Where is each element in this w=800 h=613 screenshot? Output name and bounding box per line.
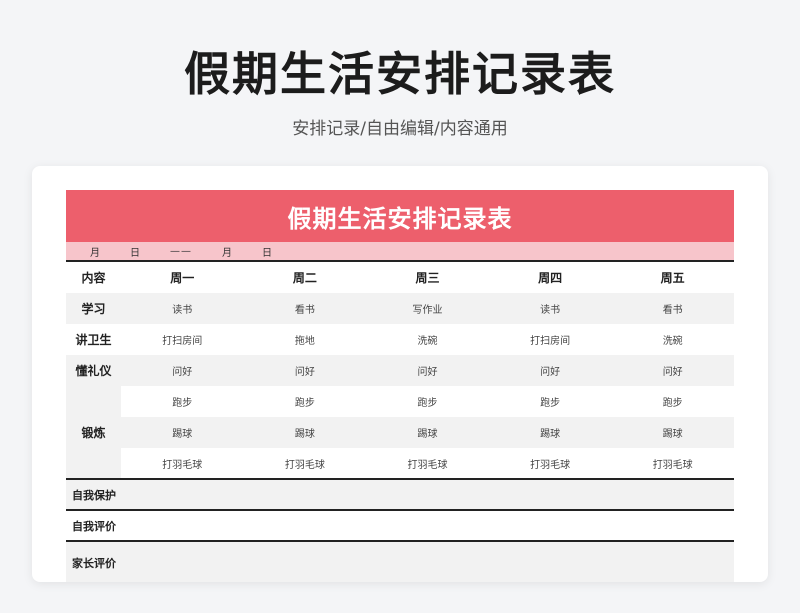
header-day: 周一	[170, 271, 195, 285]
table-cell: 跑步	[662, 398, 683, 409]
table-row: 学习 读书 看书 写作业 读书 看书	[66, 293, 734, 324]
table-cell: 跑步	[294, 398, 315, 409]
table-cell: 打羽毛球	[162, 459, 203, 471]
table-cell: 打扫房间	[162, 336, 203, 347]
schedule-sheet: 假期生活安排记录表 月 日 —— 月 日 内容 周一 周二 周三 周四 周五 学…	[66, 190, 734, 582]
table-cell: 跑步	[172, 398, 193, 409]
table-cell: 打羽毛球	[652, 459, 693, 471]
row-category: 锻炼	[66, 386, 121, 479]
row-category: 学习	[66, 293, 121, 324]
table-cell: 跑步	[417, 398, 438, 409]
table-cell: 打羽毛球	[530, 459, 571, 471]
table-cell: 看书	[611, 293, 734, 324]
table-cell: 洗碗	[417, 336, 438, 347]
header-day: 周四	[538, 271, 563, 285]
table-header-row: 内容 周一 周二 周三 周四 周五	[66, 262, 734, 293]
table-row: 锻炼 跑步 跑步 跑步 跑步 跑步	[66, 386, 734, 479]
table-cell: 踢球	[243, 417, 367, 448]
page-title: 假期生活安排记录表	[184, 47, 616, 101]
evaluation-label: 自我评价	[66, 509, 734, 541]
evaluation-label: 家长评价	[66, 540, 734, 582]
table-cell: 踢球	[121, 417, 244, 448]
sheet-banner-title: 假期生活安排记录表	[66, 190, 734, 242]
table-cell: 读书	[121, 293, 244, 324]
table-cell: 踢球	[488, 417, 612, 448]
table-cell: 看书	[243, 293, 367, 324]
table-cell: 问好	[611, 355, 734, 386]
date-day-start: 日	[130, 247, 140, 259]
table-cell: 洗碗	[662, 336, 683, 347]
preview-card: 假期生活安排记录表 月 日 —— 月 日 内容 周一 周二 周三 周四 周五 学…	[32, 166, 768, 582]
table-cell: 问好	[488, 355, 612, 386]
date-range-row: 月 日 —— 月 日	[66, 242, 734, 262]
table-cell: 写作业	[366, 293, 489, 324]
table-cell: 踢球	[611, 417, 734, 448]
header-day: 周二	[292, 271, 317, 285]
evaluation-row: 自我评价	[66, 509, 734, 541]
table-cell: 打扫房间	[530, 336, 571, 347]
header-content: 内容	[81, 271, 106, 285]
date-separator: ——	[170, 245, 192, 257]
header-day: 周五	[660, 271, 685, 285]
page-subtitle: 安排记录/自由编辑/内容通用	[292, 119, 508, 139]
table-cell: 问好	[243, 355, 367, 386]
table-cell: 打羽毛球	[407, 459, 448, 471]
table-row: 打羽毛球 打羽毛球 打羽毛球 打羽毛球 打羽毛球	[66, 448, 734, 479]
row-category: 懂礼仪	[66, 355, 121, 386]
date-month-start: 月	[90, 247, 100, 259]
table-cell: 问好	[121, 355, 244, 386]
table-cell: 跑步	[540, 398, 561, 409]
table-row: 踢球 踢球 踢球 踢球 踢球	[66, 417, 734, 448]
evaluation-label: 自我保护	[66, 478, 734, 510]
table-cell: 问好	[366, 355, 489, 386]
evaluation-row: 自我保护	[66, 478, 734, 510]
row-category: 讲卫生	[75, 333, 112, 347]
table-cell: 打羽毛球	[284, 459, 325, 471]
date-month-end: 月	[222, 247, 232, 259]
schedule-table: 内容 周一 周二 周三 周四 周五 学习 读书 看书 写作业 读书 看书 讲卫生…	[66, 262, 734, 582]
date-day-end: 日	[262, 247, 272, 259]
evaluation-row: 家长评价	[66, 540, 734, 582]
header-day: 周三	[415, 271, 440, 285]
table-row: 懂礼仪 问好 问好 问好 问好 问好	[66, 355, 734, 386]
table-cell: 读书	[488, 293, 612, 324]
table-cell: 踢球	[366, 417, 489, 448]
table-row: 讲卫生 打扫房间 拖地 洗碗 打扫房间 洗碗	[66, 324, 734, 355]
table-cell: 拖地	[294, 336, 315, 347]
